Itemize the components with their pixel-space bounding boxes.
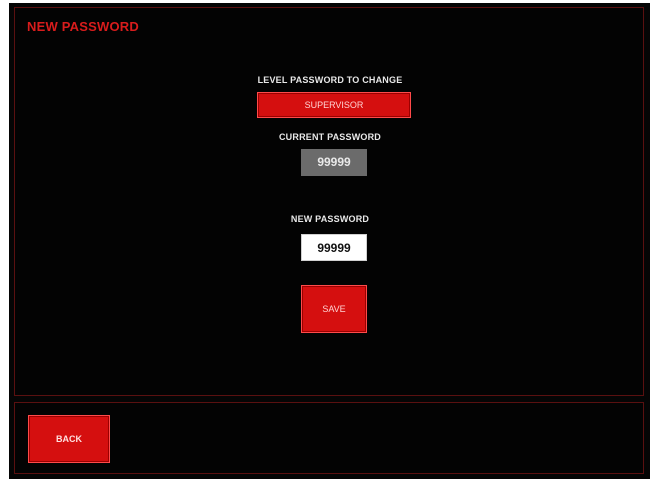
level-password-label: LEVEL PASSWORD TO CHANGE [257,75,403,85]
new-password-label: NEW PASSWORD [290,214,370,224]
main-panel: NEW PASSWORD LEVEL PASSWORD TO CHANGE SU… [14,7,644,396]
hmi-screen: NEW PASSWORD LEVEL PASSWORD TO CHANGE SU… [9,3,650,479]
back-button[interactable]: BACK [28,415,110,463]
level-select-button[interactable]: SUPERVISOR [257,92,411,118]
current-password-label: CURRENT PASSWORD [278,132,382,142]
current-password-field: 99999 [301,149,367,176]
new-password-input[interactable]: 99999 [301,234,367,261]
page-title: NEW PASSWORD [27,19,139,34]
footer-panel: BACK [14,402,644,474]
save-button[interactable]: SAVE [301,285,367,333]
